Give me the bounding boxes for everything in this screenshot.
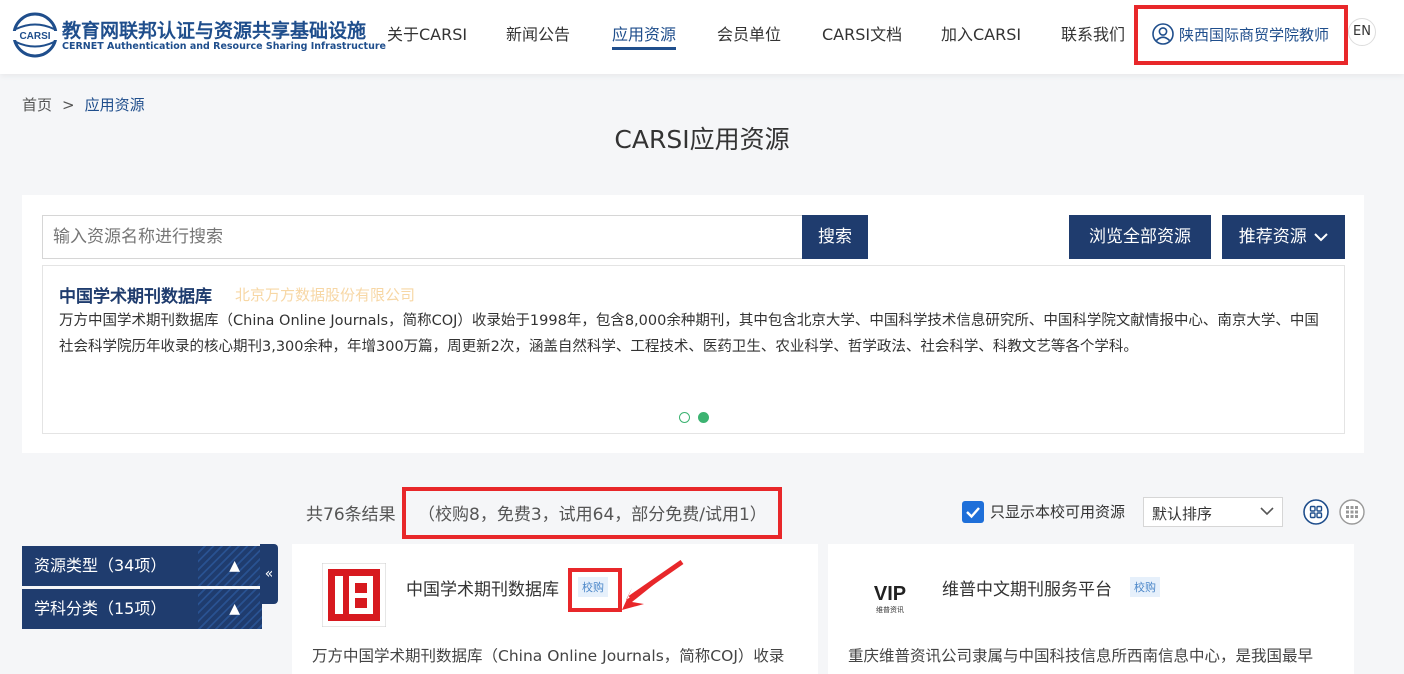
wanfang-logo-icon bbox=[322, 563, 386, 627]
nav-about[interactable]: 关于CARSI bbox=[387, 21, 467, 45]
recommend-button[interactable]: 推荐资源 bbox=[1222, 215, 1345, 259]
user-highlight-box: 陕西国际商贸学院教师 bbox=[1134, 5, 1348, 65]
resource-badge: 校购 bbox=[1130, 577, 1160, 597]
carsi-logo[interactable]: CARSI 教育网联邦认证与资源共享基础设施 CERNET Authentica… bbox=[12, 10, 386, 60]
nav-contact[interactable]: 联系我们 bbox=[1061, 21, 1125, 45]
featured-title[interactable]: 中国学术期刊数据库 bbox=[59, 282, 212, 307]
search-button[interactable]: 搜索 bbox=[802, 215, 868, 259]
top-header: CARSI 教育网联邦认证与资源共享基础设施 CERNET Authentica… bbox=[0, 0, 1404, 74]
page-title: CARSI应用资源 bbox=[614, 125, 790, 154]
triangle-up-icon: ▲ bbox=[229, 601, 240, 617]
featured-publisher: 北京万方数据股份有限公司 bbox=[235, 286, 416, 304]
nav-news[interactable]: 新闻公告 bbox=[506, 21, 570, 45]
search-panel: 搜索 浏览全部资源 推荐资源 中国学术期刊数据库 北京万方数据股份有限公司 万方… bbox=[22, 195, 1364, 453]
checkmark-icon bbox=[966, 507, 980, 519]
user-icon bbox=[1152, 23, 1174, 45]
grid-view-icon[interactable] bbox=[1303, 499, 1329, 525]
dense-grid-view-icon[interactable] bbox=[1339, 499, 1365, 525]
user-name: 陕西国际商贸学院教师 bbox=[1179, 25, 1330, 44]
nav-members[interactable]: 会员单位 bbox=[717, 21, 781, 45]
sort-select[interactable]: 默认排序 bbox=[1143, 497, 1283, 527]
carousel-dot-1[interactable] bbox=[679, 412, 690, 423]
featured-description: 万方中国学术期刊数据库（China Online Journals，简称COJ）… bbox=[59, 313, 1319, 355]
carousel-dots bbox=[679, 412, 709, 423]
only-school-label[interactable]: 只显示本校可用资源 bbox=[990, 501, 1125, 522]
language-toggle[interactable]: EN bbox=[1348, 18, 1376, 46]
filter-resource-type[interactable]: 资源类型（34项） ▲ bbox=[22, 546, 262, 586]
resource-name[interactable]: 维普中文期刊服务平台 bbox=[942, 575, 1112, 600]
result-count: 共76条结果 bbox=[306, 505, 396, 525]
vip-logo-icon: VIP 维普资讯 bbox=[874, 583, 906, 614]
filter-subject-label: 学科分类（15项） bbox=[34, 599, 167, 618]
resource-name[interactable]: 中国学术期刊数据库 bbox=[406, 575, 559, 600]
logo-title-en: CERNET Authentication and Resource Shari… bbox=[62, 41, 386, 52]
collapse-sidebar-button[interactable]: « bbox=[260, 544, 278, 604]
pointer-arrow-icon bbox=[622, 560, 684, 610]
resource-description: 万方中国学术期刊数据库（China Online Journals，简称COJ）… bbox=[312, 647, 785, 665]
only-school-checkbox[interactable] bbox=[962, 501, 984, 523]
breadcrumb-home[interactable]: 首页 bbox=[22, 96, 52, 114]
logo-mark-text: CARSI bbox=[19, 31, 50, 42]
browse-all-button[interactable]: 浏览全部资源 bbox=[1069, 215, 1211, 259]
chevron-down-icon bbox=[1314, 233, 1328, 242]
recommend-label: 推荐资源 bbox=[1238, 227, 1307, 247]
filter-resource-type-label: 资源类型（34项） bbox=[34, 556, 167, 575]
globe-logo-icon: CARSI bbox=[12, 12, 58, 58]
nav-resources[interactable]: 应用资源 bbox=[612, 21, 676, 45]
carousel-dot-2-active[interactable] bbox=[698, 412, 709, 423]
nav-join[interactable]: 加入CARSI bbox=[941, 21, 1021, 45]
resource-card[interactable]: VIP 维普资讯 维普中文期刊服务平台 校购 重庆维普资讯公司隶属与中国科技信息… bbox=[828, 544, 1354, 674]
triangle-up-icon: ▲ bbox=[229, 558, 240, 574]
resource-card[interactable]: 中国学术期刊数据库 校购 万方中国学术期刊数据库（China Online Jo… bbox=[292, 544, 818, 674]
vip-logo-text: VIP bbox=[874, 583, 906, 605]
filter-subject[interactable]: 学科分类（15项） ▲ bbox=[22, 589, 262, 629]
resource-description: 重庆维普资讯公司隶属与中国科技信息所西南信息中心，是我国最早 bbox=[848, 647, 1314, 665]
result-breakdown: （校购8，免费3，试用64，部分免费/试用1） bbox=[418, 505, 767, 525]
sort-value: 默认排序 bbox=[1152, 505, 1213, 523]
chevron-down-icon bbox=[1260, 507, 1274, 516]
breadcrumb-separator: > bbox=[62, 96, 75, 114]
nav-active-indicator bbox=[612, 47, 676, 50]
nav-docs[interactable]: CARSI文档 bbox=[822, 21, 902, 45]
search-input[interactable] bbox=[42, 215, 802, 259]
featured-resource-carousel: 中国学术期刊数据库 北京万方数据股份有限公司 万方中国学术期刊数据库（China… bbox=[42, 265, 1345, 434]
logo-title-cn: 教育网联邦认证与资源共享基础设施 bbox=[62, 20, 367, 42]
breadcrumb: 首页 > 应用资源 bbox=[22, 94, 145, 115]
user-account[interactable]: 陕西国际商贸学院教师 bbox=[1152, 23, 1329, 45]
breadcrumb-current[interactable]: 应用资源 bbox=[85, 96, 145, 114]
vip-logo-subtext: 维普资讯 bbox=[876, 605, 904, 614]
